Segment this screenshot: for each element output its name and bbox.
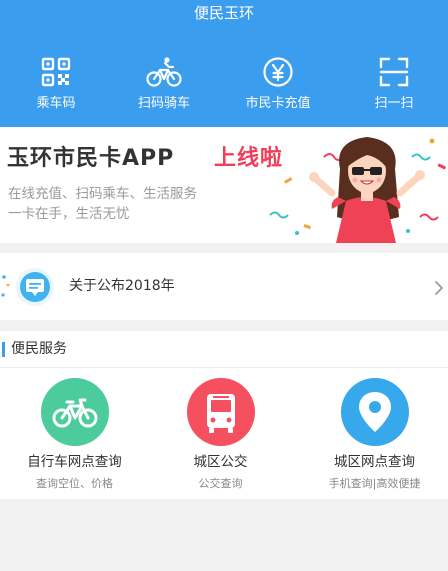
section-accent-bar bbox=[2, 342, 5, 357]
qr-code-icon bbox=[41, 57, 71, 87]
quick-action-label: 乘车码 bbox=[36, 96, 76, 111]
service-name: 城区公交 bbox=[193, 454, 248, 470]
section-header: 便民服务 bbox=[0, 331, 448, 368]
service-desc: 手机查询|高效便捷 bbox=[328, 477, 421, 490]
service-name: 自行车网点查询 bbox=[27, 454, 122, 470]
service-city-bus[interactable]: 城区公交 公交查询 bbox=[146, 378, 295, 493]
quick-action-label: 扫码骑车 bbox=[137, 96, 190, 111]
service-bike-station[interactable]: 自行车网点查询 查询空位、价格 bbox=[0, 378, 149, 493]
section-title: 便民服务 bbox=[11, 341, 67, 357]
app-header: 便民玉环 乘车码 扫码骑车 市民卡充值 扫一扫 bbox=[0, 0, 448, 127]
yen-icon bbox=[263, 57, 293, 87]
service-name: 城区网点查询 bbox=[334, 454, 415, 470]
banner-subtitle: 一卡在手，生活无忧 bbox=[8, 206, 130, 222]
quick-action-ride-code[interactable]: 乘车码 bbox=[0, 56, 112, 122]
quick-action-scan[interactable]: 扫一扫 bbox=[338, 56, 448, 122]
quick-action-scan-bike[interactable]: 扫码骑车 bbox=[108, 56, 220, 122]
decorative-dots bbox=[1, 275, 10, 297]
quick-action-label: 市民卡充值 bbox=[245, 96, 311, 111]
app-title: 便民玉环 bbox=[193, 4, 254, 22]
notice-text: 关于公布2018年 bbox=[69, 278, 175, 294]
banner-subtitle: 在线充值、扫码乘车、生活服务 bbox=[8, 186, 197, 202]
quick-action-card-recharge[interactable]: 市民卡充值 bbox=[222, 56, 334, 122]
bicycle-icon bbox=[40, 378, 109, 446]
scan-icon bbox=[379, 57, 409, 87]
promo-banner[interactable]: 玉环市民卡APP 上线啦 在线充值、扫码乘车、生活服务 一卡在手，生活无忧 bbox=[0, 127, 448, 243]
notice-bar[interactable]: 关于公布2018年 bbox=[0, 253, 448, 320]
message-icon bbox=[16, 268, 54, 306]
service-city-outlets[interactable]: 城区网点查询 手机查询|高效便捷 bbox=[300, 378, 448, 493]
bus-icon bbox=[186, 378, 255, 446]
convenience-services-panel: 便民服务 自行车网点查询 查询空位、价格 城区公交 公交查询 城区网点查询 手机… bbox=[0, 331, 448, 499]
service-desc: 公交查询 bbox=[198, 477, 243, 490]
service-desc: 查询空位、价格 bbox=[36, 477, 113, 490]
location-pin-icon bbox=[340, 378, 409, 446]
cartoon-girl-illustration bbox=[269, 137, 447, 243]
chevron-right-icon bbox=[435, 281, 443, 295]
bicycle-rider-icon bbox=[146, 57, 182, 87]
banner-title: 玉环市民卡APP bbox=[7, 146, 175, 171]
quick-action-label: 扫一扫 bbox=[374, 96, 414, 111]
